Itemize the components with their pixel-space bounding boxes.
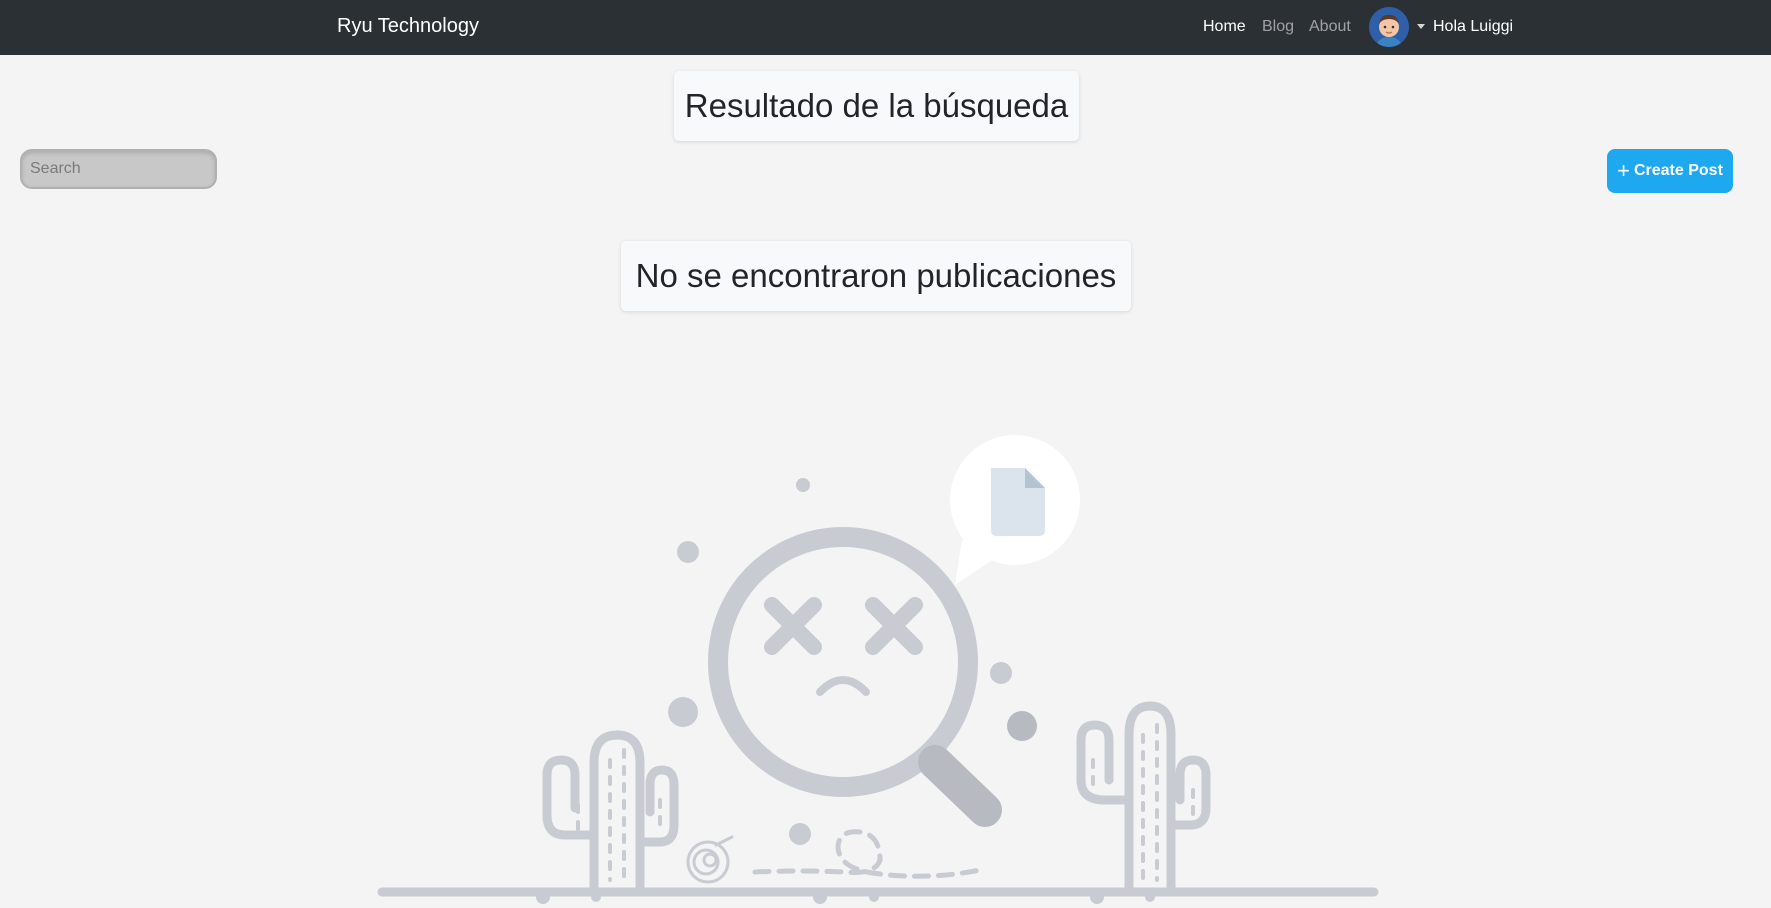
x-eye-left-icon <box>764 597 822 655</box>
no-results-illustration <box>377 435 1379 904</box>
magnifier-handle <box>918 745 1002 827</box>
tumbleweed-icon <box>686 835 734 884</box>
document-bubble-icon <box>950 435 1080 585</box>
frown-mouth <box>816 676 870 696</box>
x-eye-right-icon <box>865 597 923 655</box>
